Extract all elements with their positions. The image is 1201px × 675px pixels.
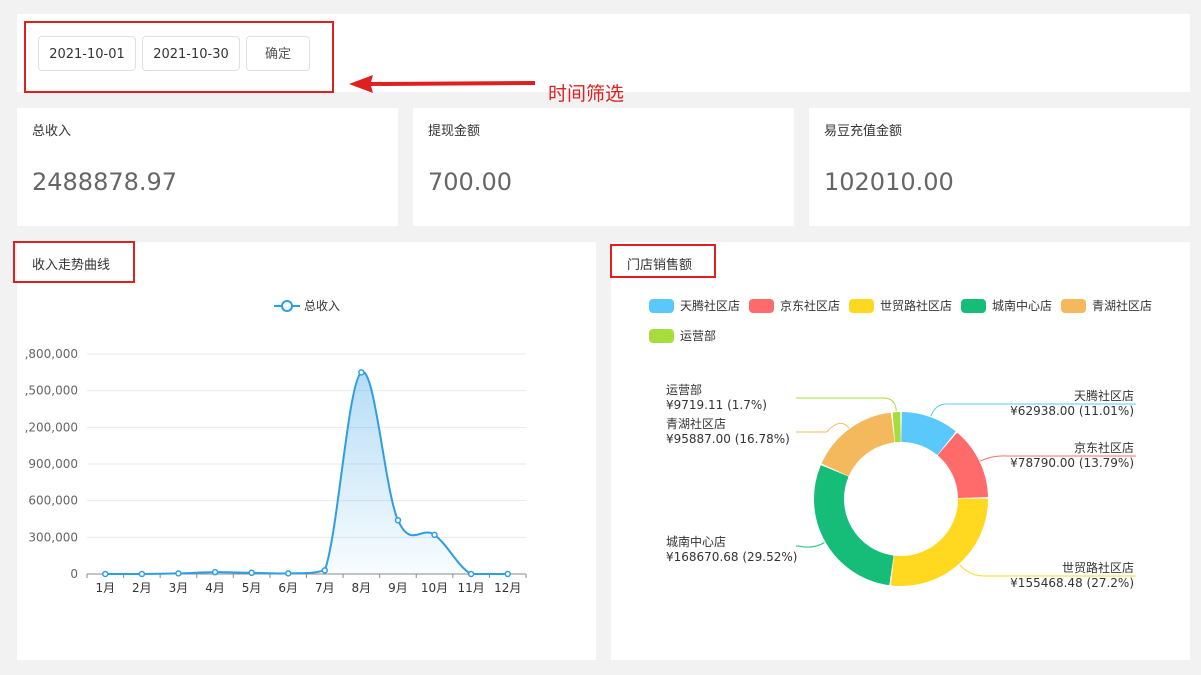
legend-swatch xyxy=(649,329,674,343)
data-point xyxy=(358,369,365,376)
x-tick-label: 8月 xyxy=(352,581,372,595)
legend-item-label: 运营部 xyxy=(680,328,716,343)
slice-name-label: 京东社区店 xyxy=(1074,440,1134,455)
annotation-label: 时间筛选 xyxy=(548,83,625,105)
income-line xyxy=(105,371,508,575)
x-tick-label: 3月 xyxy=(169,581,189,595)
data-point xyxy=(284,570,292,577)
stat-label: 提现金额 xyxy=(428,124,481,139)
donut-slice xyxy=(890,498,988,586)
donut-slice xyxy=(892,412,901,443)
y-tick-label: 0 xyxy=(70,567,78,581)
label-leader-line xyxy=(796,422,850,433)
y-tick-label: 900,000 xyxy=(28,457,78,471)
y-tick-label: ,200,000 xyxy=(25,420,78,434)
data-point xyxy=(321,567,329,574)
data-point xyxy=(467,570,475,578)
income-area xyxy=(105,371,508,574)
slice-name-label: 天腾社区店 xyxy=(1074,388,1134,403)
legend-item-label: 天腾社区店 xyxy=(680,298,740,313)
stat-value: 102010.00 xyxy=(824,168,954,196)
label-leader-line xyxy=(796,397,897,412)
slice-value-label: ¥95887.00 (16.78%) xyxy=(666,432,790,446)
slice-name-label: 城南中心店 xyxy=(666,534,726,549)
donut-slice xyxy=(821,412,895,476)
data-point xyxy=(504,570,511,578)
data-point xyxy=(431,531,438,539)
filter-highlight-box xyxy=(24,21,334,93)
donut-slice xyxy=(814,465,894,586)
x-tick-label: 7月 xyxy=(315,581,335,595)
slice-name-label: 运营部 xyxy=(666,382,702,397)
legend-swatch xyxy=(849,299,874,313)
label-leader-line xyxy=(796,542,825,548)
annotation-arrow xyxy=(349,75,535,93)
x-tick-label: 6月 xyxy=(278,581,298,595)
slice-value-label: ¥9719.11 (1.7%) xyxy=(666,398,767,412)
slice-name-label: 世贸路社区店 xyxy=(1062,560,1134,575)
legend-swatch xyxy=(1061,299,1086,313)
income-trend-chart: 0 300,000 600,000 900,000 ,200,000 ,500,000 ,8… xyxy=(25,299,527,595)
stat-value: 700.00 xyxy=(428,168,512,196)
legend-item-label: 世贸路社区店 xyxy=(880,298,952,313)
slice-value-label: ¥168670.68 (29.52%) xyxy=(666,550,797,564)
y-tick-label: 600,000 xyxy=(28,494,78,508)
slice-value-label: ¥155468.48 (27.2%) xyxy=(1010,576,1134,590)
legend-swatch xyxy=(749,299,774,313)
legend-item-label: 青湖社区店 xyxy=(1092,298,1152,313)
income-trend-panel: 0 300,000 600,000 900,000 ,200,000 ,500,000 ,8… xyxy=(17,242,596,660)
x-tick-label: 1月 xyxy=(95,581,115,595)
y-tick-label: 300,000 xyxy=(28,530,78,544)
stat-label: 易豆充值金额 xyxy=(824,124,903,139)
data-point xyxy=(211,568,219,576)
data-point xyxy=(138,570,146,578)
legend-label: 总收入 xyxy=(304,299,340,313)
stat-label: 总收入 xyxy=(32,124,72,139)
x-tick-label: 5月 xyxy=(242,581,262,595)
x-tick-label: 2月 xyxy=(132,581,152,595)
legend-swatch xyxy=(649,299,674,313)
legend-marker-icon xyxy=(281,300,293,312)
stat-card-withdrawal: 提现金额 700.00 xyxy=(413,108,794,226)
data-point xyxy=(248,569,255,577)
stat-value: 2488878.97 xyxy=(32,168,178,196)
slice-value-label: ¥62938.00 (11.01%) xyxy=(1010,404,1134,418)
x-tick-label: 9月 xyxy=(388,581,408,595)
y-tick-label: ,800,000 xyxy=(25,347,78,361)
data-point xyxy=(175,570,182,577)
store-sales-chart: 天腾社区店 京东社区店 世贸路社区店 城南中心店 青湖社区店运营部天腾社区店¥62938… xyxy=(649,298,1152,590)
legend-swatch xyxy=(961,299,986,313)
x-tick-label: 11月 xyxy=(457,581,484,595)
store-sales-panel: 天腾社区店 京东社区店 世贸路社区店 城南中心店 青湖社区店 运营部 天腾社区店 ¥62938… xyxy=(611,242,1190,660)
x-tick-label: 12月 xyxy=(494,581,521,595)
slice-name-label: 青湖社区店 xyxy=(666,416,726,431)
stat-card-total-income: 总收入 2488878.97 xyxy=(17,108,398,226)
legend-item-label: 京东社区店 xyxy=(780,298,840,313)
stat-card-recharge: 易豆充值金额 102010.00 xyxy=(809,108,1190,226)
x-tick-label: 10月 xyxy=(421,581,448,595)
trend-title-highlight-box xyxy=(13,241,135,283)
sales-title-highlight-box xyxy=(610,244,716,278)
y-tick-label: ,500,000 xyxy=(25,384,78,398)
data-point xyxy=(102,570,109,578)
slice-value-label: ¥78790.00 (13.79%) xyxy=(1010,456,1134,470)
data-point xyxy=(394,516,402,524)
legend-item-label: 城南中心店 xyxy=(992,298,1052,313)
x-tick-label: 4月 xyxy=(205,581,225,595)
